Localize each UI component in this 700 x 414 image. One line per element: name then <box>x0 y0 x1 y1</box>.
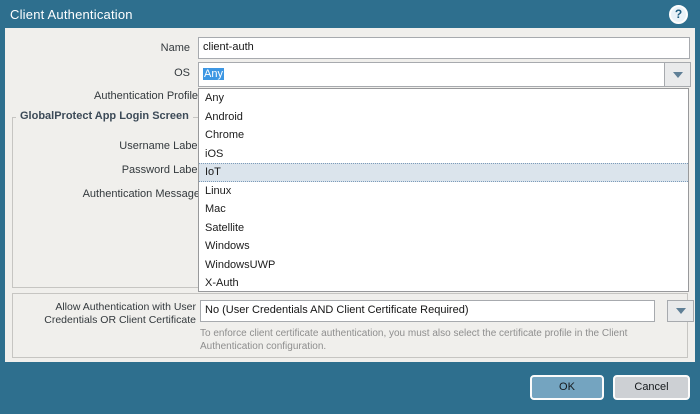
cancel-button[interactable]: Cancel <box>613 375 690 400</box>
section-legend: GlobalProtect App Login Screen <box>16 110 193 122</box>
name-label: Name <box>40 42 190 54</box>
list-item-chrome[interactable]: Chrome <box>199 126 688 145</box>
password-label-label: Password Label <box>60 164 200 176</box>
name-input[interactable]: client-auth <box>198 37 690 59</box>
chevron-down-icon <box>676 308 686 314</box>
os-dropdown-button[interactable] <box>664 62 691 87</box>
os-selected-value: Any <box>203 68 224 80</box>
authentication-profile-label: Authentication Profile <box>40 90 198 102</box>
help-icon[interactable]: ? <box>669 5 688 24</box>
authentication-message-label: Authentication Message <box>40 188 200 200</box>
certificate-help-text: To enforce client certificate authentica… <box>200 327 674 353</box>
list-item-windows[interactable]: Windows <box>199 237 688 256</box>
list-item-mac[interactable]: Mac <box>199 200 688 219</box>
list-item-android[interactable]: Android <box>199 108 688 127</box>
list-item-ios[interactable]: iOS <box>199 145 688 164</box>
list-item-windowsuwp[interactable]: WindowsUWP <box>199 256 688 275</box>
dialog-title: Client Authentication <box>10 7 133 22</box>
username-label-label: Username Label <box>60 140 200 152</box>
list-item-linux[interactable]: Linux <box>199 182 688 201</box>
dialog-titlebar: Client Authentication ? <box>0 0 700 28</box>
os-label: OS <box>40 67 190 79</box>
os-combo-input[interactable]: Any <box>198 62 665 87</box>
os-dropdown-list: Any Android Chrome iOS IoT Linux Mac Sat… <box>198 88 689 292</box>
allow-authentication-combo-input[interactable]: No (User Credentials AND Client Certific… <box>200 300 655 322</box>
allow-authentication-label: Allow Authentication with User Credentia… <box>10 301 196 327</box>
ok-button[interactable]: OK <box>530 375 604 400</box>
allow-authentication-dropdown-button[interactable] <box>667 300 694 322</box>
list-item-any[interactable]: Any <box>199 89 688 108</box>
list-item-satellite[interactable]: Satellite <box>199 219 688 238</box>
list-item-xauth[interactable]: X-Auth <box>199 274 688 293</box>
list-item-iot[interactable]: IoT <box>199 163 688 182</box>
chevron-down-icon <box>673 72 683 78</box>
client-authentication-dialog: Client Authentication ? Name client-auth… <box>0 0 700 414</box>
